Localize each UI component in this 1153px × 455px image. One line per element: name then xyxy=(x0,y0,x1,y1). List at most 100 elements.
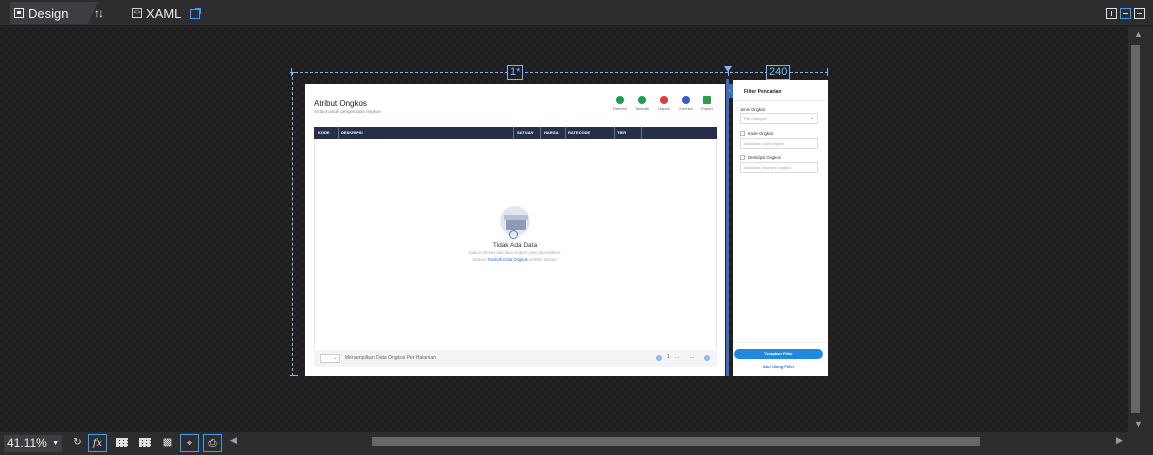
chevron-down-icon: ▼ xyxy=(52,440,59,447)
main-panel: Atribut Ongkos Atribut untuk pengelolaan… xyxy=(305,84,725,376)
column-header[interactable]: HARGA xyxy=(544,130,559,135)
column-header[interactable]: RATECODE xyxy=(568,130,590,135)
export-button[interactable]: Export xyxy=(696,96,718,111)
divider xyxy=(733,100,828,101)
hint-suffix: terlebih dahulu. xyxy=(528,257,558,262)
next-page-button[interactable]: › xyxy=(704,355,710,361)
edit-label: Koreksi xyxy=(679,106,693,111)
vertical-split-icon[interactable] xyxy=(1106,8,1117,19)
column-header[interactable]: SATUAN xyxy=(517,130,533,135)
column-guide-line xyxy=(295,72,828,73)
edit-button[interactable]: Koreksi xyxy=(675,96,697,111)
zoom-value: 41.11% xyxy=(7,436,47,450)
design-view-icon xyxy=(14,8,24,18)
column-separator xyxy=(614,127,615,139)
empty-state-title: Tidak Ada Data xyxy=(492,242,538,249)
horizontal-split-icon[interactable] xyxy=(1120,8,1131,19)
column-2-width-label[interactable]: 240 xyxy=(766,65,790,80)
desc-checkbox[interactable] xyxy=(740,155,745,160)
xaml-view-icon: <> xyxy=(132,8,142,18)
pagination-bar: ⌄ Menampilkan Data Ongkos Per Halaman ‹ … xyxy=(314,350,717,367)
refresh-designer-icon[interactable]: ↻ xyxy=(68,434,87,452)
page-subtitle: Atribut untuk pengelolaan ongkos xyxy=(314,109,381,114)
delete-label: Hapus xyxy=(658,106,670,111)
refresh-label: Refresh xyxy=(612,106,627,111)
column-header[interactable]: TIER xyxy=(617,130,626,135)
apply-filter-button[interactable]: Terapkan Filter xyxy=(734,349,823,359)
project-code-icon[interactable]: ⎙ xyxy=(203,434,222,452)
page-number[interactable]: 1 xyxy=(667,354,670,360)
add-label: Tambah xyxy=(634,106,650,111)
refresh-icon xyxy=(616,96,624,104)
vertical-scroll-thumb[interactable] xyxy=(1131,45,1140,413)
search-ring-icon xyxy=(509,230,518,239)
guide-tick xyxy=(290,375,298,376)
snap-grid-icon[interactable] xyxy=(135,434,154,452)
filter-panel: Filter Pencarian Jenis Ongkos Pilih kate… xyxy=(733,80,828,376)
horizontal-scroll-thumb[interactable] xyxy=(372,437,980,446)
row-guide-line xyxy=(292,72,293,376)
artboard-background-icon[interactable]: ▩ xyxy=(158,434,177,452)
column-separator xyxy=(338,127,339,139)
filter-title: Filter Pencarian xyxy=(744,89,782,95)
page-ellipsis: ... xyxy=(690,354,695,360)
column-header[interactable]: DESKRIPSI xyxy=(341,130,363,135)
edit-icon xyxy=(682,96,690,104)
category-label: Jenis Ongkos xyxy=(740,107,766,112)
popout-icon[interactable] xyxy=(190,8,201,19)
swap-panes-icon[interactable]: ↑↓ xyxy=(94,6,104,20)
snap-lines-icon[interactable]: ⌖ xyxy=(180,434,199,452)
scroll-up-icon[interactable]: ▲ xyxy=(1134,29,1143,39)
tab-xaml[interactable]: <> XAML xyxy=(132,4,181,22)
page-size-text: Menampilkan Data Ongkos Per Halaman xyxy=(345,355,436,361)
effects-toggle-icon[interactable]: fx xyxy=(88,434,107,452)
column-header[interactable]: KODE xyxy=(318,130,330,135)
category-placeholder: Pilih kategori xyxy=(744,116,767,121)
export-icon xyxy=(703,96,711,104)
guide-tick xyxy=(290,72,298,73)
pane-layout-buttons xyxy=(1106,8,1145,19)
hint-prefix: Silakan xyxy=(472,257,487,262)
code-label: Kode Ongkos xyxy=(748,131,774,136)
zoom-select[interactable]: 41.11% ▼ xyxy=(4,435,62,452)
tab-design[interactable]: Design xyxy=(10,2,98,24)
add-button[interactable]: Tambah xyxy=(631,96,653,111)
column-separator xyxy=(641,127,642,139)
refresh-button[interactable]: Refresh xyxy=(609,96,631,111)
desc-label: Deskripsi Ongkos xyxy=(748,155,781,160)
delete-icon xyxy=(660,96,668,104)
add-data-link[interactable]: Tambah Data Ongkos xyxy=(487,257,528,262)
column-separator xyxy=(540,127,541,139)
empty-box-icon xyxy=(506,220,526,230)
editor-tab-bar: Design ↑↓ <> XAML xyxy=(0,0,1153,26)
grid-toggle-icon[interactable] xyxy=(112,434,131,452)
desc-input[interactable]: Masukan deskripsi ongkos xyxy=(740,162,818,173)
prev-page-button[interactable]: ‹ xyxy=(656,355,662,361)
reset-filter-link[interactable]: Atur Ulang Filter xyxy=(734,364,823,369)
vertical-scrollbar[interactable]: ▲ ▼ xyxy=(1128,27,1153,432)
grid-splitter[interactable] xyxy=(726,79,729,376)
category-dropdown[interactable]: Pilih kategori ⌄ xyxy=(740,113,818,124)
add-icon xyxy=(638,96,646,104)
code-checkbox[interactable] xyxy=(740,131,745,136)
column-separator xyxy=(513,127,514,139)
empty-state-hint: Silakan Tambah Data Ongkos terlebih dahu… xyxy=(445,257,585,262)
scroll-right-icon[interactable]: ▶ xyxy=(1116,435,1123,446)
chevron-down-icon: ⌄ xyxy=(809,115,814,121)
scroll-down-icon[interactable]: ▼ xyxy=(1134,419,1143,429)
editor-status-bar: 41.11% ▼ ↻ fx ▩ ⌖ ⎙ ◀ ▶ xyxy=(0,432,1153,455)
collapse-pane-icon[interactable] xyxy=(1134,8,1145,19)
page-title: Atribut Ongkos xyxy=(314,99,367,108)
tab-xaml-label: XAML xyxy=(146,5,182,21)
guide-tick xyxy=(827,68,828,76)
export-label: Export xyxy=(701,106,713,111)
delete-button[interactable]: Hapus xyxy=(653,96,675,111)
column-1-width-label[interactable]: 1* xyxy=(507,65,523,80)
divider xyxy=(733,342,828,343)
code-input[interactable]: Masukan kode ongkos xyxy=(740,138,818,149)
scroll-left-icon[interactable]: ◀ xyxy=(230,435,237,446)
tab-design-label: Design xyxy=(28,5,69,21)
page-size-select[interactable]: ⌄ xyxy=(320,354,340,363)
column-separator xyxy=(565,127,566,139)
page-ellipsis: ... xyxy=(675,354,680,360)
